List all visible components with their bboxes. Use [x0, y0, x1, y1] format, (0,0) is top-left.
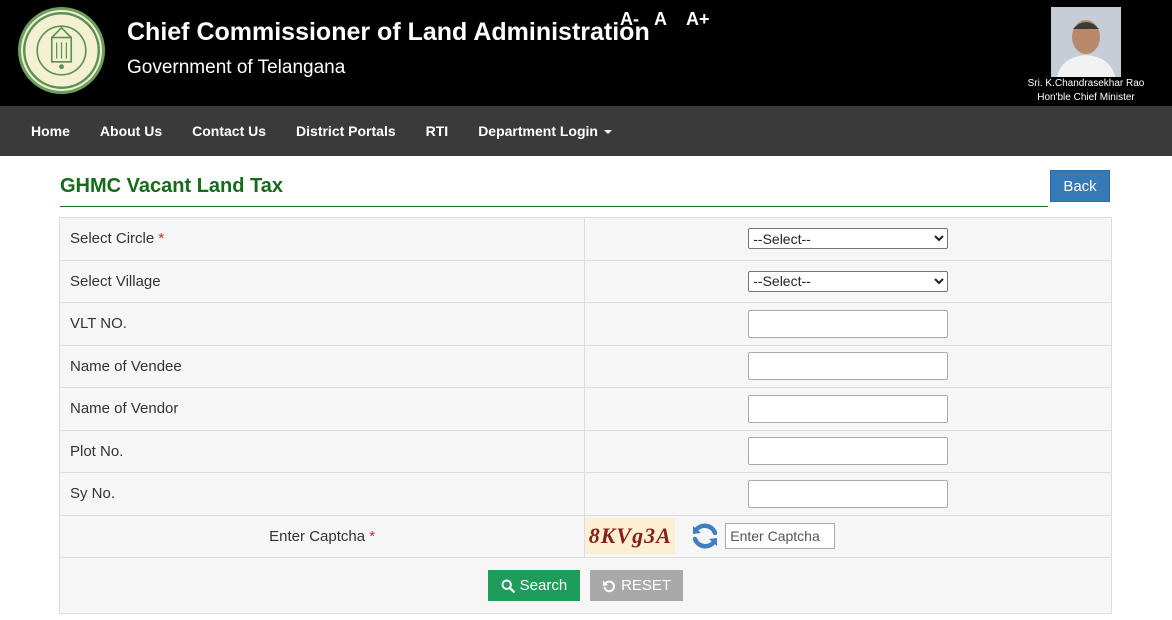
sy-label: Sy No. [58, 472, 586, 516]
form-row-sy: Sy No. [58, 472, 1112, 516]
captcha-field-cell: 8KVg3A [584, 514, 1112, 558]
font-decrease-button[interactable]: A- [620, 9, 654, 30]
vlt-field-cell [584, 302, 1112, 346]
nav-department-login[interactable]: Department Login [463, 123, 627, 139]
cm-title: Hon'ble Chief Minister [1037, 92, 1135, 103]
form-row-plot: Plot No. [58, 429, 1112, 473]
main-nav: Home About Us Contact Us District Portal… [0, 106, 1172, 156]
vendee-input[interactable] [748, 352, 949, 381]
village-field-cell: --Select-- [584, 259, 1112, 303]
search-icon [501, 579, 515, 593]
plot-field-cell [584, 429, 1112, 473]
site-subtitle: Government of Telangana [127, 57, 346, 78]
refresh-icon[interactable] [689, 520, 721, 552]
telangana-emblem-icon [18, 7, 105, 94]
site-header: Chief Commissioner of Land Administratio… [0, 0, 1172, 106]
caret-down-icon [603, 130, 612, 134]
vendor-label: Name of Vendor [58, 387, 586, 431]
vendee-field-cell [584, 344, 1112, 388]
captcha-image: 8KVg3A [585, 518, 676, 555]
sy-field-cell [584, 472, 1112, 516]
captcha-group: 8KVg3A [585, 518, 1111, 555]
required-marker: * [158, 230, 165, 248]
plot-input[interactable] [748, 437, 949, 466]
circle-label-text: Select Circle [70, 230, 155, 248]
form-row-village: Select Village --Select-- [58, 259, 1112, 303]
search-form: Select Circle * --Select-- Select Villag… [58, 217, 1112, 614]
title-divider [60, 206, 1048, 207]
undo-icon [602, 580, 616, 592]
form-row-vendor: Name of Vendor [58, 387, 1112, 431]
form-row-vlt: VLT NO. [58, 302, 1112, 346]
circle-field-cell: --Select-- [584, 217, 1112, 261]
sy-input[interactable] [748, 479, 949, 508]
captcha-input[interactable] [725, 523, 836, 550]
vlt-input[interactable] [748, 309, 949, 338]
captcha-label: Enter Captcha * [58, 514, 586, 558]
chief-minister-photo [1051, 7, 1121, 77]
reset-button-label: RESET [621, 577, 672, 594]
nav-home[interactable]: Home [16, 123, 85, 139]
search-button-label: Search [519, 577, 568, 594]
vendee-label: Name of Vendee [58, 344, 586, 388]
page-title: GHMC Vacant Land Tax [60, 175, 284, 197]
village-select[interactable]: --Select-- [748, 270, 949, 292]
required-marker: * [369, 527, 376, 545]
nav-contact-us[interactable]: Contact Us [177, 123, 281, 139]
font-increase-button[interactable]: A+ [686, 9, 716, 30]
form-row-vendee: Name of Vendee [58, 344, 1112, 388]
nav-rti[interactable]: RTI [411, 123, 464, 139]
nav-district-portals[interactable]: District Portals [281, 123, 411, 139]
form-row-circle: Select Circle * --Select-- [58, 217, 1112, 261]
vendor-field-cell [584, 387, 1112, 431]
font-normal-button[interactable]: A [654, 9, 686, 30]
site-title: Chief Commissioner of Land Administratio… [127, 18, 650, 46]
form-row-captcha: Enter Captcha * 8KVg3A [58, 514, 1112, 558]
reset-button[interactable]: RESET [590, 570, 684, 601]
village-label: Select Village [58, 259, 586, 303]
page: Chief Commissioner of Land Administratio… [0, 0, 1172, 620]
nav-about-us[interactable]: About Us [85, 123, 177, 139]
circle-label: Select Circle * [58, 217, 586, 261]
back-button[interactable]: Back [1050, 170, 1110, 202]
font-size-controls: A- A A+ [620, 9, 716, 30]
captcha-label-text: Enter Captcha [269, 527, 366, 545]
nav-department-login-label: Department Login [478, 123, 598, 139]
actions-cell: Search RESET [59, 557, 1112, 614]
circle-select[interactable]: --Select-- [748, 228, 949, 250]
plot-label: Plot No. [58, 429, 586, 473]
form-row-actions: Search RESET [59, 557, 1112, 614]
cm-name: Sri. K.Chandrasekhar Rao [1027, 78, 1145, 89]
vlt-label: VLT NO. [58, 302, 586, 346]
search-button[interactable]: Search [487, 570, 580, 601]
vendor-input[interactable] [748, 394, 949, 423]
